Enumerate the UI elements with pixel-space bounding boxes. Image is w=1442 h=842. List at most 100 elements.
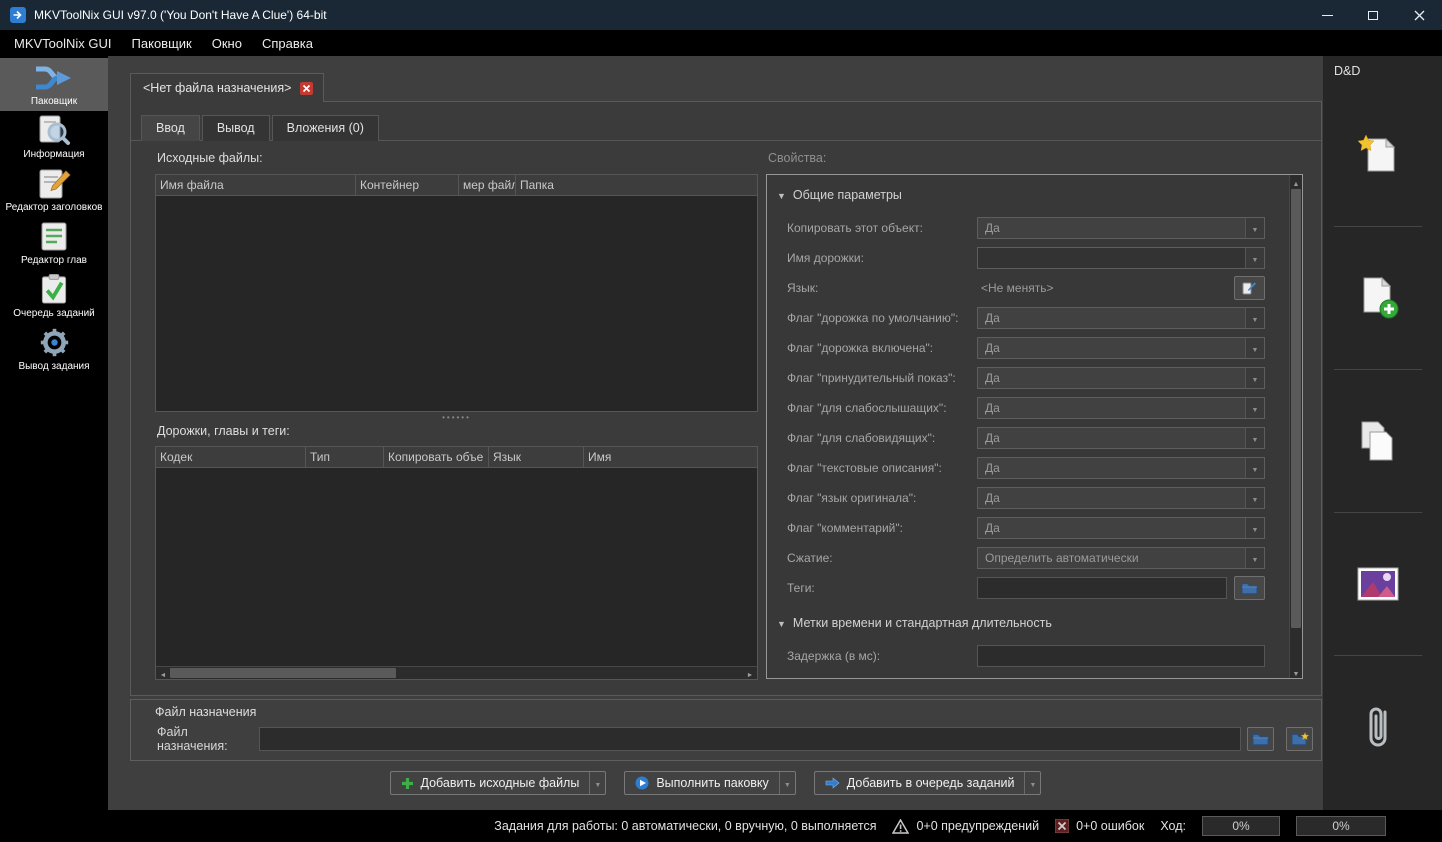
hearing-impaired-flag-select[interactable]: Да xyxy=(977,397,1265,419)
prop-label: Флаг "дорожка по умолчанию": xyxy=(787,311,977,325)
file-tab-title: <Нет файла назначения> xyxy=(143,81,291,95)
close-icon xyxy=(300,82,313,95)
properties-scrollbar[interactable] xyxy=(1289,175,1302,678)
compression-select[interactable]: Определить автоматически xyxy=(977,547,1265,569)
tab-close-button[interactable] xyxy=(300,82,313,95)
column-header[interactable]: Копировать объе xyxy=(384,447,489,467)
maximize-button[interactable] xyxy=(1350,0,1396,30)
section-timestamps[interactable]: Метки времени и стандартная длительность xyxy=(777,613,1265,633)
close-button[interactable] xyxy=(1396,0,1442,30)
column-header[interactable]: Имя файла xyxy=(156,175,356,195)
delay-input[interactable] xyxy=(977,645,1265,667)
arrow-down-icon xyxy=(1293,663,1300,681)
chevron-down-icon xyxy=(1252,251,1259,265)
plus-icon xyxy=(401,777,414,790)
tags-input[interactable] xyxy=(977,577,1227,599)
prop-label: Флаг "дорожка включена": xyxy=(787,341,977,355)
warnings-status: 0+0 предупреждений xyxy=(892,819,1039,834)
scroll-down-button[interactable] xyxy=(1290,665,1302,678)
h-scrollbar-track[interactable] xyxy=(396,667,743,679)
menu-multiplexer[interactable]: Паковщик xyxy=(122,33,202,54)
current-progress-bar: 0% xyxy=(1202,816,1280,836)
language-edit-button[interactable] xyxy=(1234,276,1265,300)
add-to-job-queue-menu-button[interactable] xyxy=(1024,772,1040,794)
prop-row: Копировать этот объект: Да xyxy=(777,213,1265,243)
track-name-combo[interactable] xyxy=(977,247,1265,269)
destination-label: Файл назначения: xyxy=(157,725,253,753)
prop-label: Копировать этот объект: xyxy=(787,221,977,235)
scroll-up-button[interactable] xyxy=(1290,175,1302,188)
forced-display-flag-select[interactable]: Да xyxy=(977,367,1265,389)
start-multiplexing-button[interactable]: Выполнить паковку xyxy=(624,771,795,795)
tracks-body[interactable] xyxy=(156,468,757,666)
chevron-down-icon xyxy=(1252,551,1259,565)
copy-this-item-select[interactable]: Да xyxy=(977,217,1265,239)
dnd-item-image[interactable] xyxy=(1334,513,1422,656)
prop-row: Имя дорожки: xyxy=(777,243,1265,273)
source-files-header: Имя файла Контейнер мер файла Папка xyxy=(156,175,757,196)
column-header[interactable]: Тип xyxy=(306,447,384,467)
column-header[interactable]: мер файла xyxy=(459,175,516,195)
scroll-left-button[interactable] xyxy=(156,667,170,679)
file-tab[interactable]: <Нет файла назначения> xyxy=(130,73,324,102)
default-track-flag-select[interactable]: Да xyxy=(977,307,1265,329)
source-files-label: Исходные файлы: xyxy=(157,151,758,168)
tab-attachments[interactable]: Вложения (0) xyxy=(272,115,379,141)
tracks-table[interactable]: Кодек Тип Копировать объе Язык Имя xyxy=(155,446,758,680)
dnd-item-attachment[interactable] xyxy=(1334,656,1422,799)
jobs-status-text: Задания для работы: 0 автоматически, 0 в… xyxy=(494,819,876,833)
scroll-right-button[interactable] xyxy=(743,667,757,679)
commentary-flag-select[interactable]: Да xyxy=(977,517,1265,539)
chevron-down-icon xyxy=(1252,341,1259,355)
prop-label: Язык: xyxy=(787,281,977,295)
visual-impaired-flag-select[interactable]: Да xyxy=(977,427,1265,449)
menu-window[interactable]: Окно xyxy=(202,33,252,54)
chevron-down-icon xyxy=(1252,491,1259,505)
destination-file-input[interactable] xyxy=(259,727,1241,751)
add-to-job-queue-button[interactable]: Добавить в очередь заданий xyxy=(814,771,1042,795)
sidebar-item-header-editor[interactable]: Редактор заголовков xyxy=(0,164,108,217)
start-multiplexing-menu-button[interactable] xyxy=(779,772,795,794)
section-general-options[interactable]: Общие параметры xyxy=(777,185,1265,205)
column-header[interactable]: Имя xyxy=(584,447,757,467)
language-value: <Не менять> xyxy=(977,281,1227,295)
menu-help[interactable]: Справка xyxy=(252,33,323,54)
sidebar-item-chapter-editor[interactable]: Редактор глав xyxy=(0,217,108,270)
tab-output[interactable]: Вывод xyxy=(202,115,270,141)
browse-destination-button[interactable] xyxy=(1247,727,1274,751)
sidebar-item-multiplexer[interactable]: Паковщик xyxy=(0,58,108,111)
sidebar-item-label: Информация xyxy=(23,149,84,160)
sidebar-item-job-queue[interactable]: Очередь заданий xyxy=(0,270,108,323)
minimize-button[interactable] xyxy=(1304,0,1350,30)
tab-input[interactable]: Ввод xyxy=(141,115,200,141)
source-files-table[interactable]: Имя файла Контейнер мер файла Папка xyxy=(155,174,758,412)
v-scrollbar-thumb[interactable] xyxy=(1291,189,1301,628)
column-header[interactable]: Кодек xyxy=(156,447,306,467)
chevron-down-icon xyxy=(1252,221,1259,235)
splitter-handle[interactable] xyxy=(155,412,758,422)
dnd-item-new-file[interactable] xyxy=(1334,84,1422,227)
menu-mkvtoolnix-gui[interactable]: MKVToolNix GUI xyxy=(4,33,122,54)
original-language-flag-select[interactable]: Да xyxy=(977,487,1265,509)
v-scrollbar-track[interactable] xyxy=(1290,629,1302,665)
add-source-files-menu-button[interactable] xyxy=(589,772,605,794)
source-files-body[interactable] xyxy=(156,196,757,411)
minimize-icon xyxy=(1322,15,1333,16)
arrow-left-icon xyxy=(160,664,167,682)
dnd-item-copy-files[interactable] xyxy=(1334,370,1422,513)
column-header[interactable]: Контейнер xyxy=(356,175,459,195)
new-folder-button[interactable] xyxy=(1286,727,1313,751)
sidebar-item-info[interactable]: Информация xyxy=(0,111,108,164)
h-scrollbar-thumb[interactable] xyxy=(170,668,396,678)
total-progress-bar: 0% xyxy=(1296,816,1386,836)
sidebar-item-job-output[interactable]: Вывод задания xyxy=(0,323,108,376)
track-enabled-flag-select[interactable]: Да xyxy=(977,337,1265,359)
column-header[interactable]: Папка xyxy=(516,175,757,195)
column-header[interactable]: Язык xyxy=(489,447,584,467)
tags-browse-button[interactable] xyxy=(1234,576,1265,600)
dnd-item-add-file[interactable] xyxy=(1334,227,1422,370)
text-descriptions-flag-select[interactable]: Да xyxy=(977,457,1265,479)
add-source-files-button[interactable]: Добавить исходные файлы xyxy=(390,771,607,795)
h-scrollbar[interactable] xyxy=(156,666,757,679)
files-tracks-pane: Исходные файлы: Имя файла Контейнер мер … xyxy=(155,141,758,695)
